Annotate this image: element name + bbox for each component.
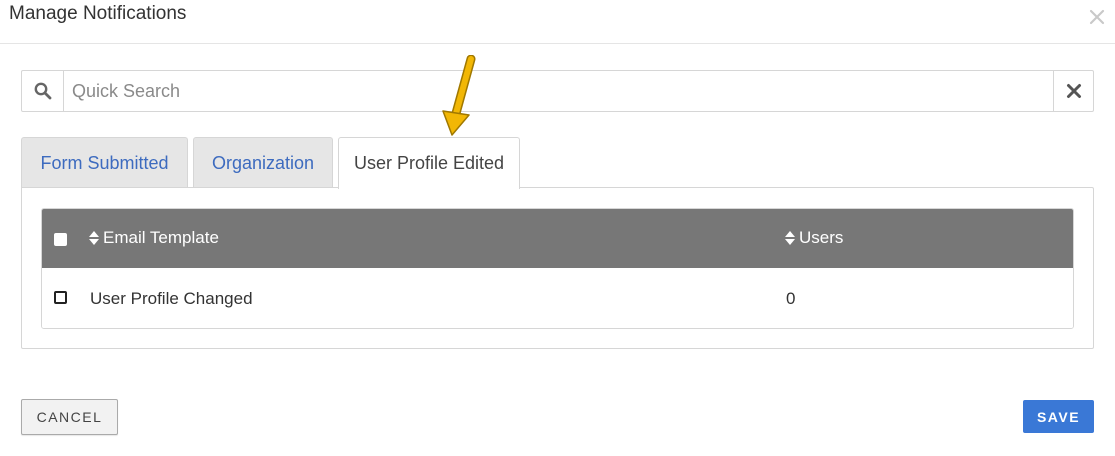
sort-icon bbox=[785, 231, 795, 245]
table-row[interactable]: User Profile Changed 0 bbox=[42, 268, 1073, 328]
column-label: Users bbox=[799, 228, 844, 247]
tab-panel: Email Template Users User Profile Change… bbox=[21, 187, 1094, 349]
table-header: Email Template Users bbox=[42, 209, 1073, 268]
close-icon[interactable] bbox=[1084, 4, 1110, 30]
search-icon[interactable] bbox=[22, 71, 64, 111]
cell-email-template: User Profile Changed bbox=[90, 289, 253, 308]
tab-user-profile-edited[interactable]: User Profile Edited bbox=[338, 137, 520, 189]
modal-header: Manage Notifications bbox=[0, 0, 1115, 44]
tab-label: User Profile Edited bbox=[353, 153, 505, 173]
cancel-button[interactable]: CANCEL bbox=[21, 399, 118, 435]
tab-label: Organization bbox=[211, 152, 315, 173]
save-button[interactable]: SAVE bbox=[1023, 400, 1094, 433]
search-input[interactable] bbox=[64, 71, 1053, 111]
notifications-table: Email Template Users User Profile Change… bbox=[41, 208, 1074, 329]
tab-organization[interactable]: Organization bbox=[193, 137, 333, 188]
select-all-checkbox[interactable] bbox=[54, 233, 67, 246]
modal-title: Manage Notifications bbox=[9, 3, 187, 24]
search-bar bbox=[21, 70, 1094, 112]
column-label: Email Template bbox=[103, 228, 219, 247]
column-header-users[interactable]: Users bbox=[784, 228, 843, 248]
sort-icon bbox=[89, 231, 99, 245]
column-header-email-template[interactable]: Email Template bbox=[88, 228, 219, 248]
row-checkbox[interactable] bbox=[54, 291, 67, 304]
cell-users: 0 bbox=[786, 289, 796, 308]
clear-search-icon[interactable] bbox=[1053, 71, 1093, 111]
tab-form-submitted[interactable]: Form Submitted bbox=[21, 137, 188, 188]
tab-label: Form Submitted bbox=[40, 152, 169, 173]
